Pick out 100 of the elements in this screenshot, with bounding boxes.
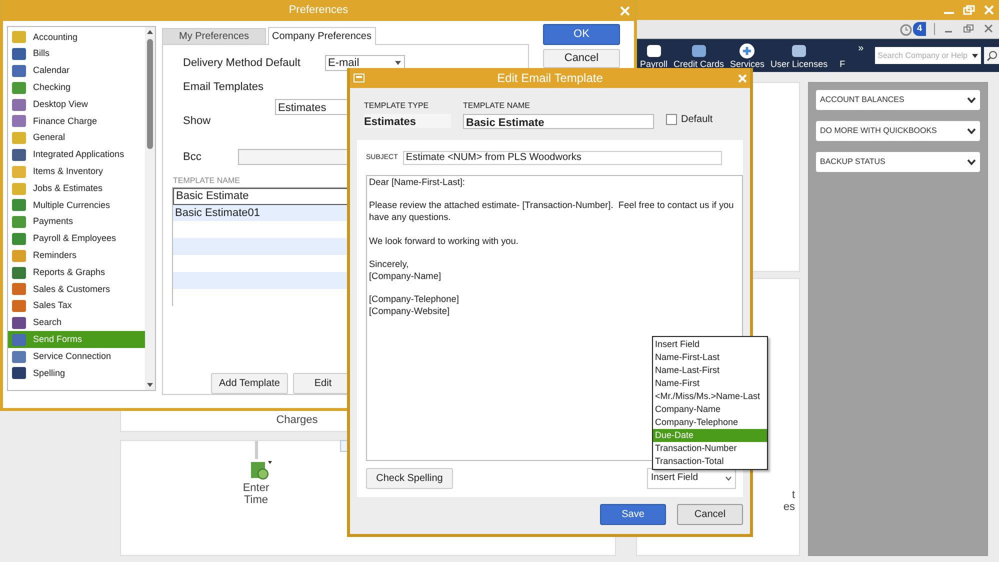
- dropdown-arrow-icon[interactable]: [970, 52, 979, 60]
- checkbox[interactable]: [666, 114, 677, 125]
- category-item[interactable]: Multiple Currencies: [8, 196, 145, 214]
- tile-icon: [11, 80, 27, 95]
- subject-field[interactable]: Estimate <NUM> from PLS Woodworks: [402, 151, 722, 165]
- tile-icon: [11, 248, 27, 263]
- toolbar-icon[interactable]: [644, 43, 663, 59]
- panel-header[interactable]: BACKUP STATUS: [816, 152, 980, 172]
- tile-icon: [11, 148, 27, 162]
- restore-icon[interactable]: [963, 24, 975, 34]
- chevron-down-icon: [725, 476, 732, 481]
- category-item[interactable]: Payroll & Employees: [8, 230, 145, 248]
- panel-header[interactable]: DO MORE WITH QUICKBOOKS: [816, 121, 980, 141]
- toolbar-button[interactable]: User Licenses: [770, 59, 828, 70]
- scroll-down-icon[interactable]: [146, 382, 154, 388]
- field-label: TEMPLATE TYPE: [364, 100, 430, 112]
- close-icon[interactable]: [983, 24, 995, 34]
- column-header: TEMPLATE NAME: [173, 174, 240, 186]
- checkbox-label: Default: [681, 113, 713, 127]
- category-item[interactable]: Desktop View: [8, 96, 145, 113]
- toolbar-icon[interactable]: [690, 43, 708, 59]
- search-button[interactable]: [984, 47, 999, 64]
- template-type-value: Estimates: [364, 114, 451, 128]
- category-item[interactable]: Service Connection: [8, 348, 145, 365]
- cancel-button[interactable]: Cancel: [543, 49, 620, 68]
- scrollbar[interactable]: [145, 27, 155, 390]
- toolbar-button[interactable]: F: [840, 59, 846, 70]
- category-item[interactable]: Checking: [8, 79, 145, 96]
- chevron-down-icon: [967, 97, 976, 103]
- ok-button[interactable]: OK: [543, 24, 620, 45]
- reminder-badge[interactable]: 4: [912, 22, 926, 36]
- close-icon[interactable]: [738, 74, 747, 83]
- scroll-up-icon[interactable]: [146, 29, 154, 35]
- toolbar-button[interactable]: Services: [730, 59, 765, 70]
- toolbar-button[interactable]: Credit Cards: [674, 59, 724, 70]
- tab[interactable]: My Preferences: [162, 28, 266, 44]
- panel-header[interactable]: ACCOUNT BALANCES: [816, 90, 980, 110]
- workflow-label: es: [783, 501, 795, 513]
- toolbar-button[interactable]: Payroll: [640, 59, 668, 70]
- tile-icon: [11, 30, 27, 44]
- category-item[interactable]: Sales Tax: [8, 298, 145, 315]
- more-button[interactable]: »: [858, 41, 864, 72]
- dropdown-arrow-icon: [394, 60, 402, 66]
- category-item[interactable]: Integrated Applications: [8, 146, 145, 164]
- close-icon[interactable]: [983, 5, 995, 15]
- field-label: Show: [183, 114, 211, 128]
- category-item[interactable]: Reports & Graphs: [8, 264, 145, 281]
- tile-icon: [11, 366, 27, 380]
- template-name-field[interactable]: Basic Estimate: [463, 114, 654, 129]
- tile-icon: [11, 64, 27, 78]
- add-template-button[interactable]: Add Template: [211, 372, 288, 394]
- plus-icon[interactable]: [738, 43, 756, 59]
- tile-icon: [11, 215, 27, 230]
- field-label: Bcc: [183, 150, 202, 165]
- category-item[interactable]: Search: [8, 314, 145, 332]
- alarm-clock-icon[interactable]: [898, 22, 913, 36]
- field-label: Delivery Method Default: [183, 56, 302, 71]
- window-menu-icon[interactable]: [353, 73, 365, 83]
- category-item[interactable]: Accounting: [8, 29, 145, 46]
- tile-icon: [11, 299, 27, 314]
- tile-icon: [11, 350, 27, 364]
- cancel-button[interactable]: Cancel: [677, 504, 743, 525]
- tile-icon: [11, 266, 27, 280]
- tile-icon: [11, 47, 27, 62]
- workflow-label: t: [792, 489, 795, 501]
- window-title: Preferences: [288, 3, 348, 18]
- scroll-thumb[interactable]: [147, 38, 153, 148]
- category-item[interactable]: Bills: [8, 46, 145, 63]
- search-icon: [986, 50, 998, 62]
- tile-icon: [11, 98, 27, 112]
- window-title: Edit Email Template: [497, 70, 603, 87]
- chevron-down-icon: [967, 128, 976, 134]
- category-item[interactable]: Items & Inventory: [8, 163, 145, 180]
- chevron-down-icon: [967, 159, 976, 165]
- category-item[interactable]: General: [8, 130, 145, 147]
- tile-icon: [11, 182, 27, 196]
- tile-icon: [11, 131, 27, 146]
- tile-icon: [11, 282, 27, 296]
- category-item[interactable]: Calendar: [8, 62, 145, 80]
- category-item[interactable]: Finance Charge: [8, 112, 145, 130]
- check-spelling-button[interactable]: Check Spelling: [366, 468, 453, 489]
- category-item[interactable]: Sales & Customers: [8, 280, 145, 298]
- tile-icon: [11, 114, 27, 128]
- section-label: Email Templates: [183, 80, 264, 95]
- save-button[interactable]: Save: [600, 504, 666, 525]
- tile-icon: [11, 232, 27, 246]
- category-item[interactable]: Spelling: [8, 364, 145, 382]
- category-item[interactable]: Reminders: [8, 247, 145, 264]
- field-label: TEMPLATE NAME: [463, 100, 531, 112]
- close-icon[interactable]: [620, 6, 630, 16]
- toolbar-icon[interactable]: [790, 43, 808, 59]
- tab[interactable]: Company Preferences: [268, 27, 376, 45]
- tile-icon: [11, 316, 27, 330]
- workflow-label: Charges: [276, 412, 318, 428]
- workflow-label: Enter Time: [242, 482, 270, 506]
- timesheet-icon[interactable]: [248, 459, 272, 481]
- category-item[interactable]: Payments: [8, 214, 145, 231]
- restore-icon[interactable]: [963, 5, 975, 15]
- tile-icon: [11, 332, 27, 347]
- category-item[interactable]: Jobs & Estimates: [8, 180, 145, 197]
